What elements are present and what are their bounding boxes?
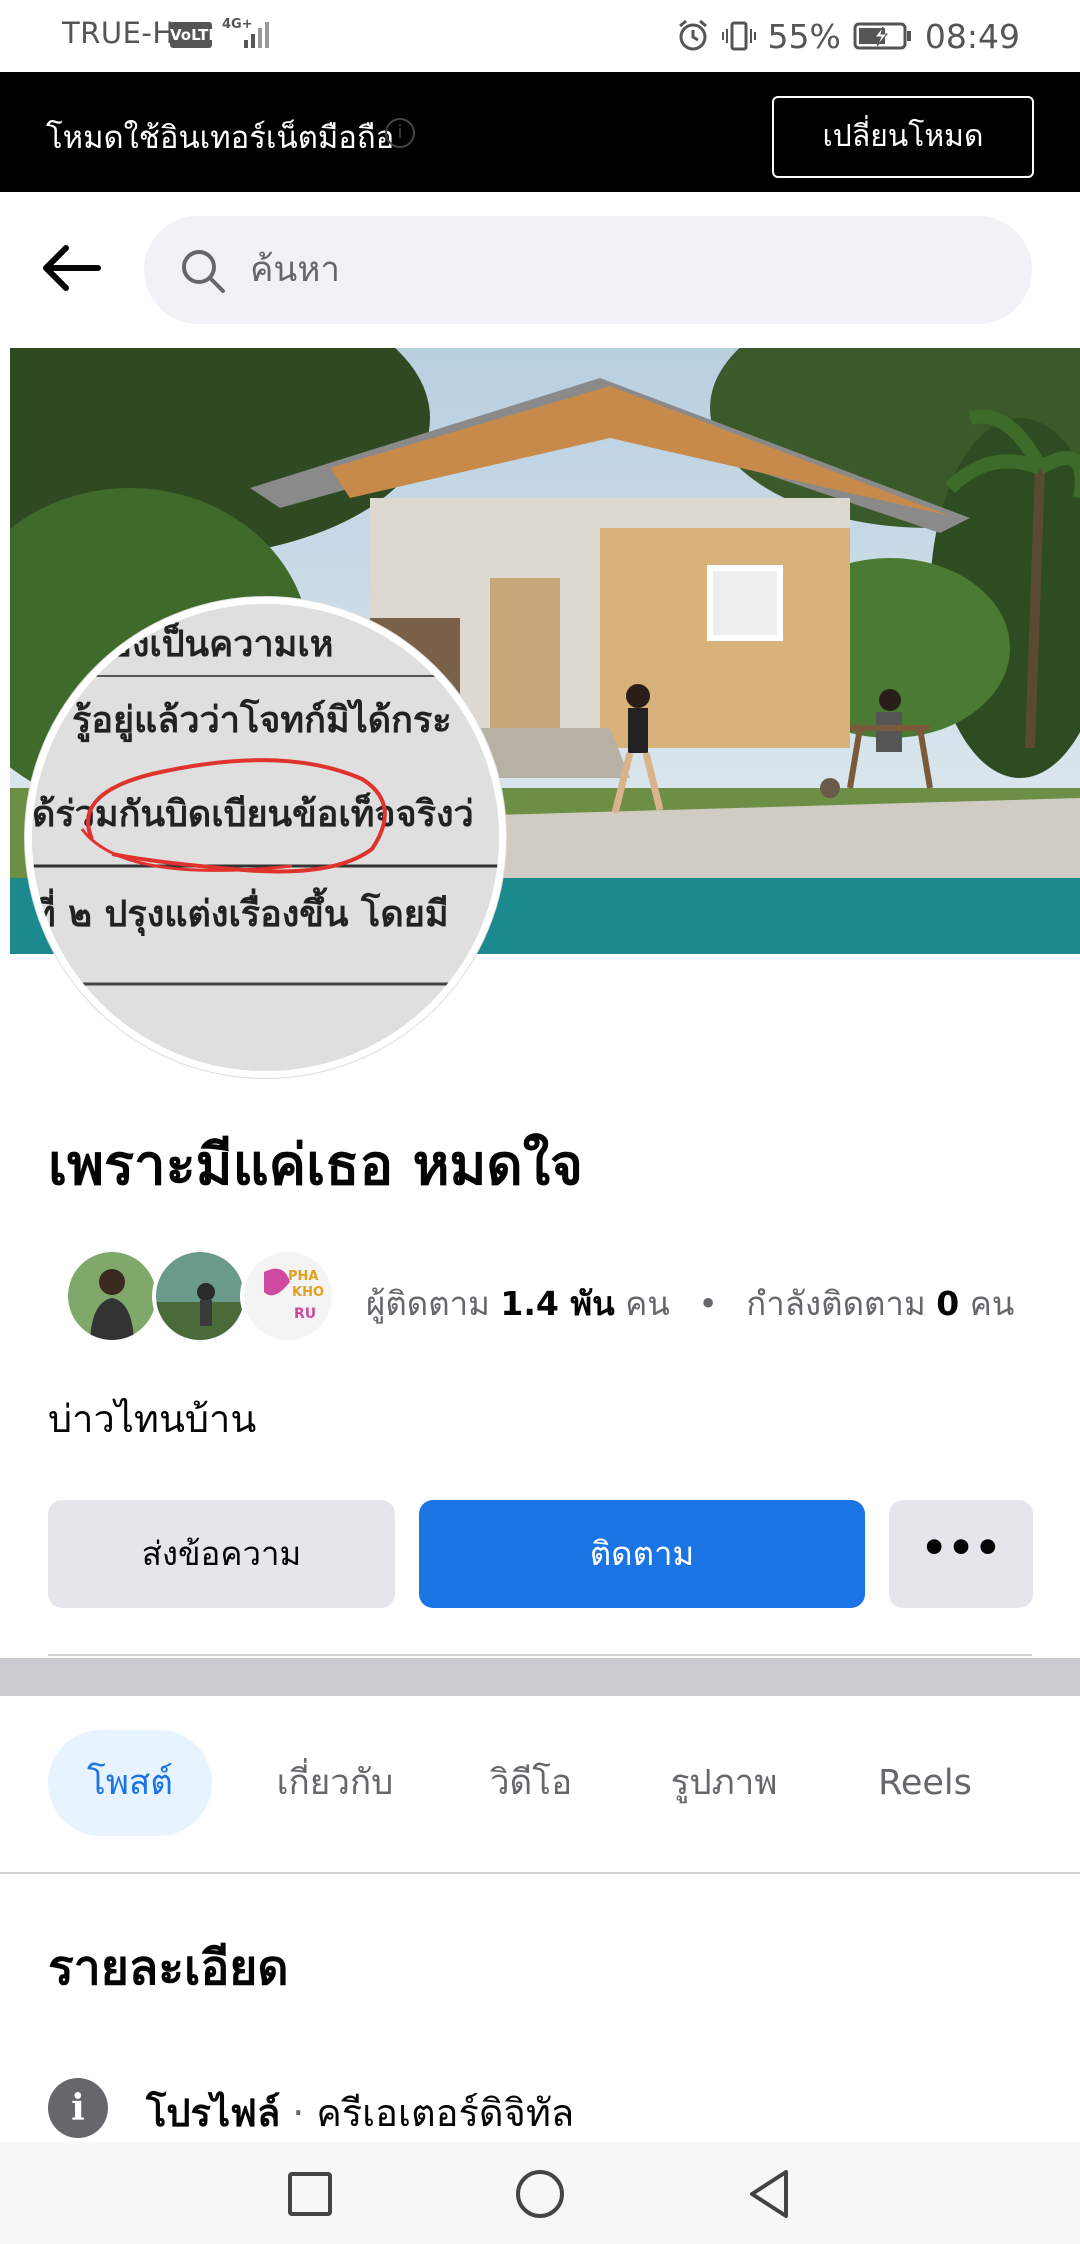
data-mode-banner: โหมดใช้อินเทอร์เน็ตมือถือ i เปลี่ยนโหมด [0,72,1080,192]
separator-dot: • [698,1284,718,1323]
svg-text:PHA: PHA [288,1269,318,1284]
clock: 08:49 [924,16,1020,56]
tab-posts[interactable]: โพสต์ [48,1730,212,1836]
follow-stats[interactable]: ผู้ติดตาม 1.4 พัน คน • กำลังติดตาม 0 คน [366,1277,1014,1330]
svg-text:KHO: KHO [292,1285,324,1300]
tab-reels[interactable]: Reels [860,1730,990,1836]
info-icon[interactable]: i [385,118,415,148]
battery-percent: 55% [767,16,841,56]
alarm-icon [678,19,707,51]
following-label: กำลังติดตาม [746,1284,926,1323]
system-nav-bar [0,2142,1080,2244]
search-bar[interactable] [144,216,1032,324]
more-options-button[interactable]: ••• [889,1500,1033,1608]
vibrate-icon [721,21,756,51]
tab-videos[interactable]: วิดีโอ [460,1730,602,1836]
search-icon [182,250,225,293]
profile-image-line-4: ที่ ๒ ปรุงแต่งเรื่องขึ้น โดยมี [32,887,449,937]
follower-avatar[interactable] [64,1248,160,1344]
signal-icon: 4G+ [222,17,269,48]
carrier-label: TRUE-H [62,16,175,50]
details-heading: รายละเอียด [48,1940,289,1996]
search-header [0,192,1080,346]
switch-mode-button[interactable]: เปลี่ยนโหมด [772,96,1034,178]
status-bar: TRUE-H VoLTE 4G+ 55% 08:49 [0,0,1080,72]
following-count: 0 [936,1284,960,1323]
tab-photos[interactable]: รูปภาพ [648,1730,800,1836]
detail-row-profile: โปรไฟล์ · ครีเอเตอร์ดิจิทัล [146,2082,574,2143]
detail-value: ครีเอเตอร์ดิจิทัล [316,2091,575,2135]
follower-avatar[interactable]: PHA KHO RU [240,1248,336,1344]
profile-name: เพราะมีแค่เธอ หมดใจ [48,1133,583,1198]
battery-icon [853,22,911,50]
divider [48,1654,1032,1656]
follow-button[interactable]: ติดตาม [419,1500,865,1608]
info-icon: i [48,2078,108,2138]
follower-avatars[interactable]: PHA KHO RU [64,1248,344,1344]
section-separator [0,1658,1080,1696]
profile-bio: บ่าวไทนบ้าน [48,1397,257,1441]
volte-badge: VoLTE [170,22,219,48]
tab-about[interactable]: เกี่ยวกับ [250,1730,420,1836]
followers-label: ผู้ติดตาม [366,1284,490,1323]
followers-count: 1.4 พัน [500,1284,615,1323]
detail-separator: · [292,2091,305,2135]
svg-text:RU: RU [294,1306,316,1322]
message-button[interactable]: ส่งข้อความ [48,1500,395,1608]
back-arrow-icon[interactable] [36,232,108,304]
profile-image: ๑ ซึ่งเป็นความเห รู้อยู่แล้วว่าโจทก์มิได… [32,604,499,1071]
search-input[interactable] [250,238,990,302]
followers-unit: คน [625,1284,670,1323]
svg-text:4G+: 4G+ [222,17,253,32]
data-mode-text: โหมดใช้อินเทอร์เน็ตมือถือ [46,120,395,156]
following-unit: คน [969,1284,1015,1323]
profile-image-line-2: รู้อยู่แล้วว่าโจทก์มิได้กระ [72,698,452,743]
follower-avatar[interactable] [152,1248,248,1344]
detail-label: โปรไฟล์ [146,2091,281,2135]
profile-picture[interactable]: ๑ ซึ่งเป็นความเห รู้อยู่แล้วว่าโจทก์มิได… [25,597,506,1078]
profile-tabs: โพสต์ เกี่ยวกับ วิดีโอ รูปภาพ Reels [0,1696,1080,1874]
status-right: 55% 08:49 [676,16,1020,56]
recent-apps-icon[interactable] [282,2166,338,2222]
back-icon[interactable] [742,2166,798,2222]
home-icon[interactable] [512,2166,568,2222]
